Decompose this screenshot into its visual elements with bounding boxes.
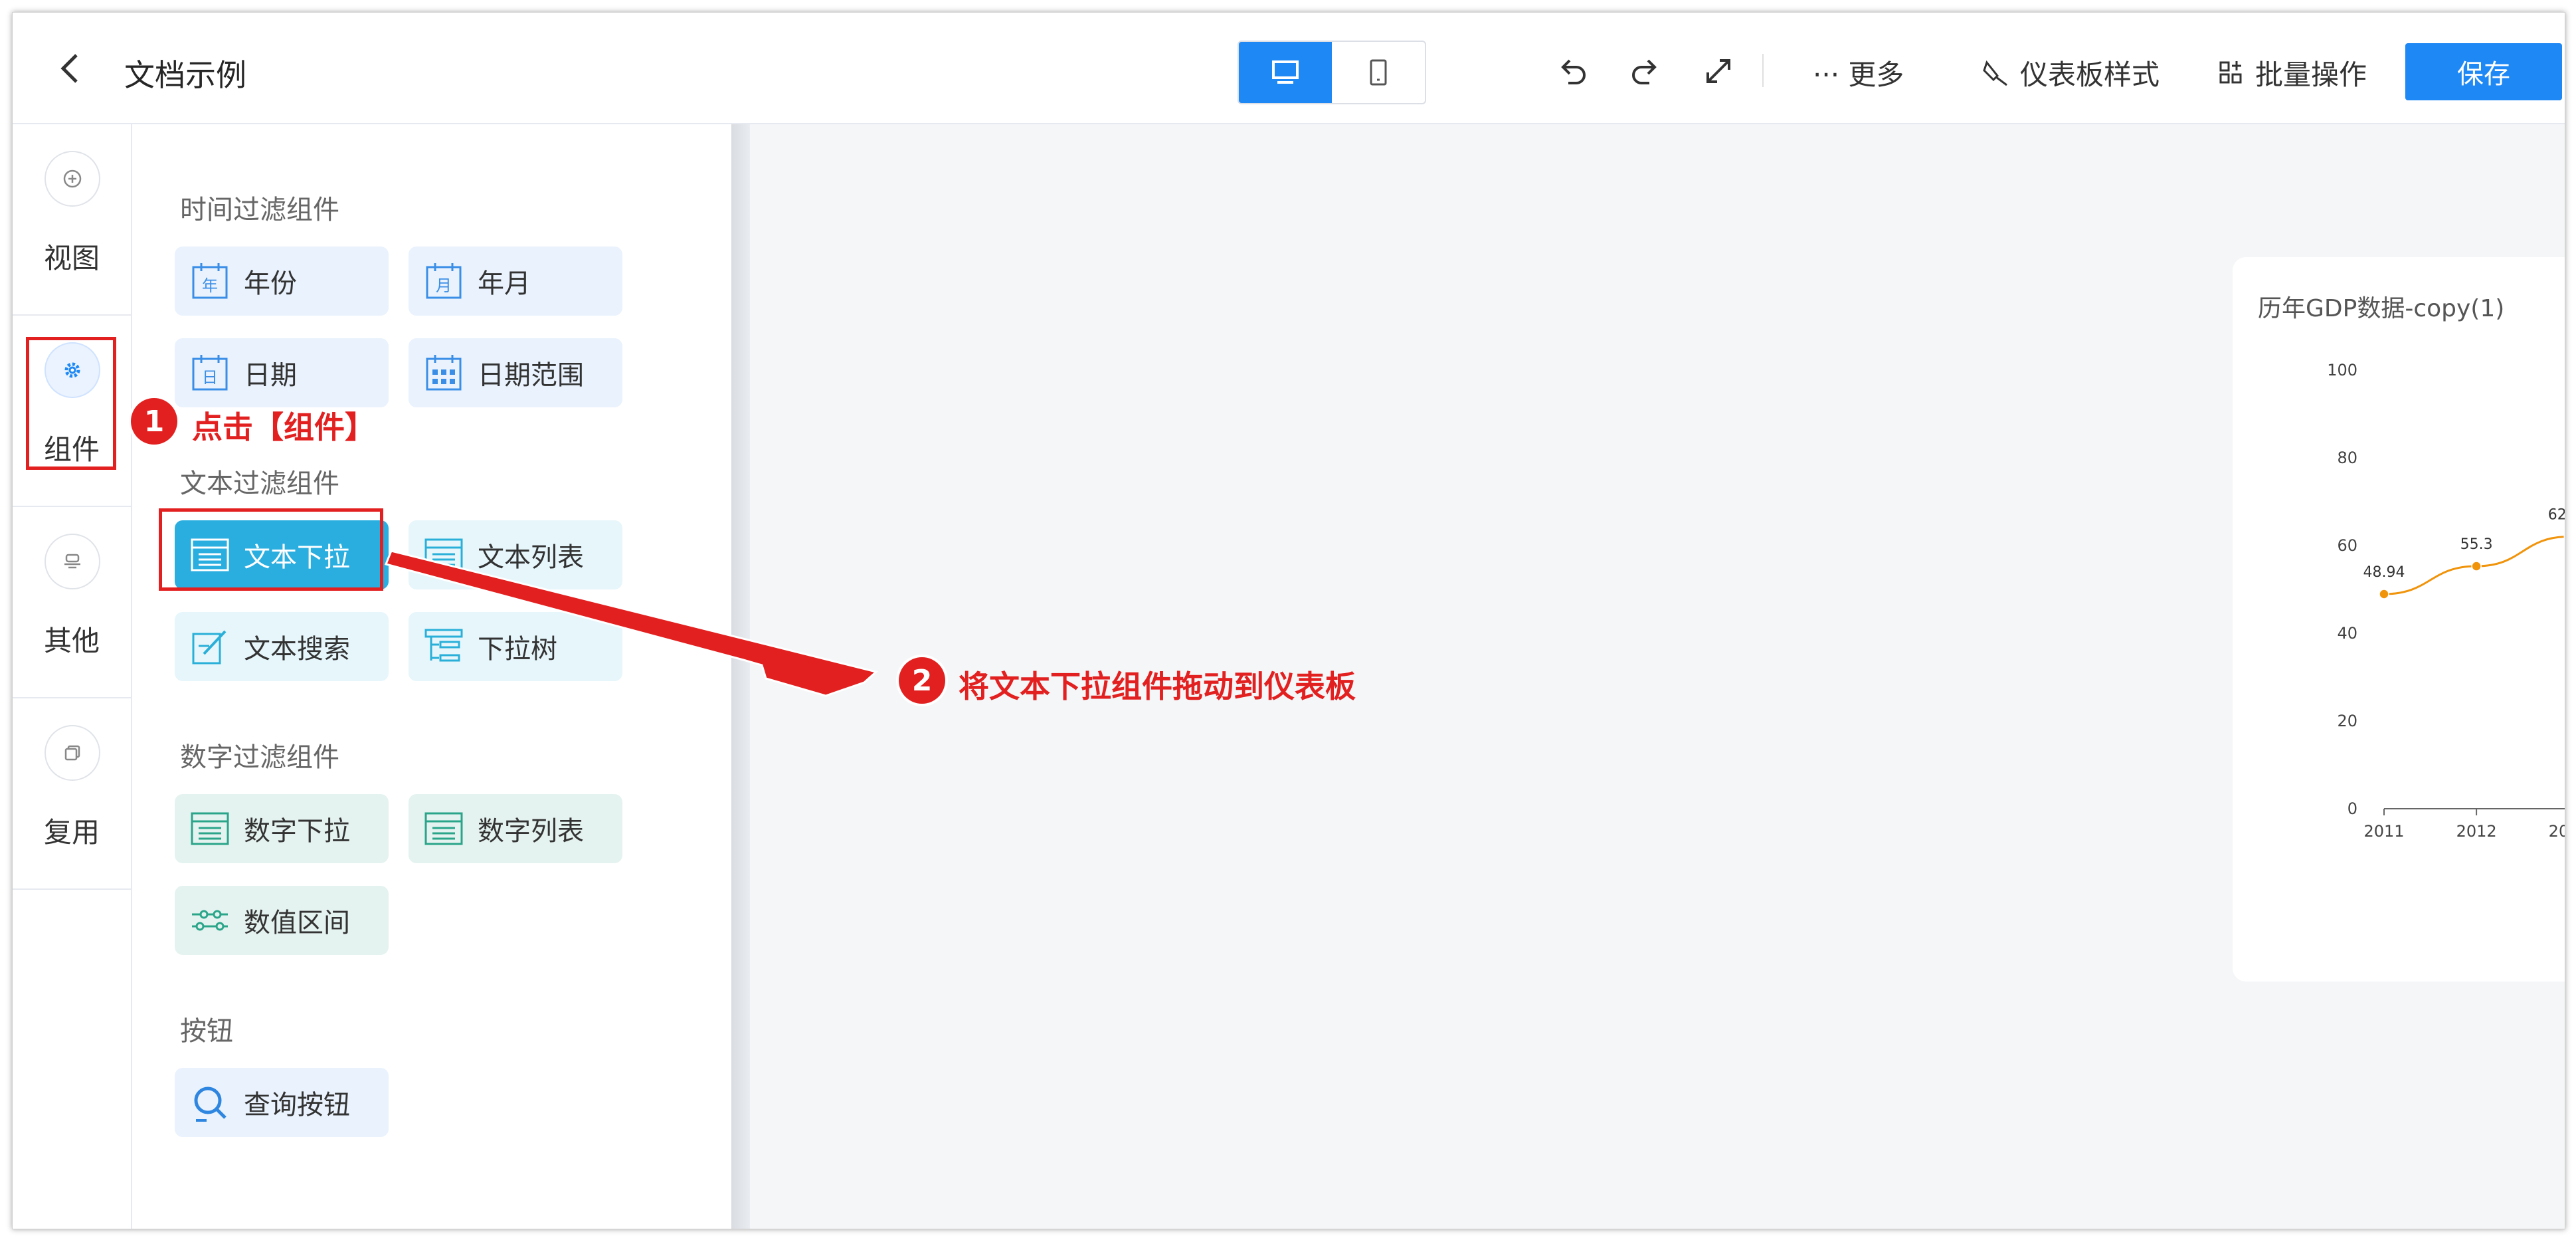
step2-text: 将文本下拉组件拖动到仪表板 xyxy=(959,669,1356,704)
drag-arrow-icon xyxy=(384,550,879,697)
app-window: 文档示例 ··· 更多 仪表板样式 批量操作 保存 视图 组件 其他 复用 时间… xyxy=(12,12,2565,1229)
step2-badge: 2 xyxy=(899,657,945,704)
drag-arrow-overlay xyxy=(384,550,879,697)
